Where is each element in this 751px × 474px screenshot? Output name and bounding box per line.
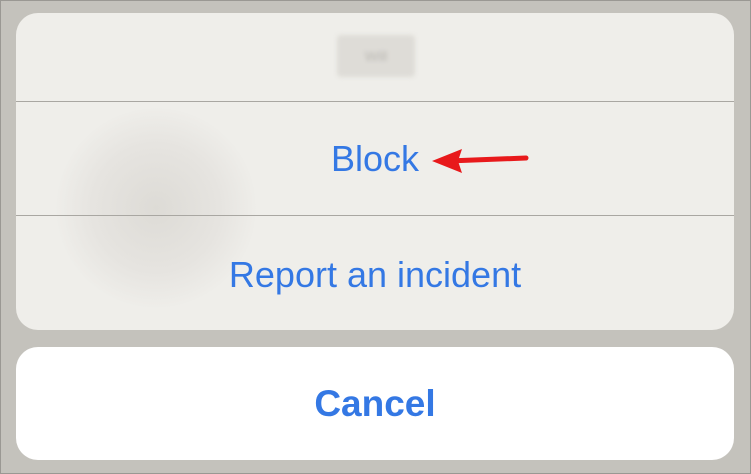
report-incident-button-label: Report an incident bbox=[228, 254, 522, 295]
report-incident-button[interactable]: Report an incident bbox=[16, 216, 734, 330]
blurred-contact-name: Will bbox=[337, 35, 415, 77]
action-sheet: Will Block Report an incident bbox=[16, 13, 734, 330]
block-button[interactable]: Block bbox=[16, 102, 734, 215]
action-sheet-header: Will bbox=[16, 13, 734, 101]
cancel-button-label: Cancel bbox=[314, 383, 436, 424]
red-arrow-left-icon bbox=[432, 149, 529, 173]
block-button-label: Block bbox=[330, 138, 420, 179]
cancel-button[interactable]: Cancel bbox=[16, 347, 734, 460]
